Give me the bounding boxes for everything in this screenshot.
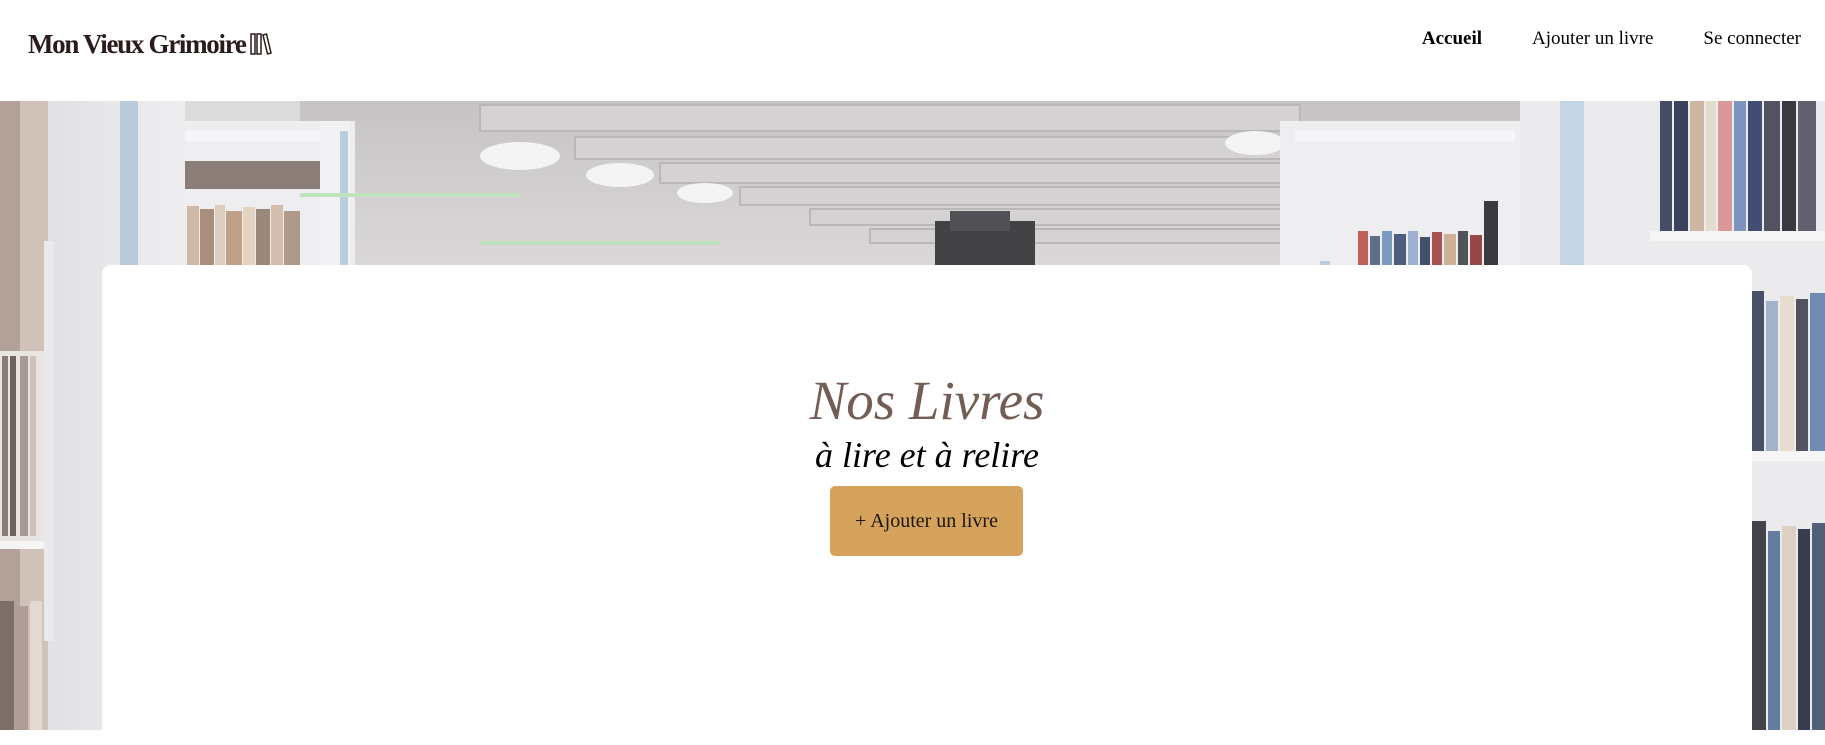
books-icon (249, 32, 272, 56)
site-header: Mon Vieux Grimoire Accueil Ajouter un li… (0, 0, 1825, 101)
page-title: Nos Livres (809, 370, 1045, 431)
page-subtitle: à lire et à relire (815, 435, 1039, 475)
nav-home-link[interactable]: Accueil (1422, 26, 1482, 52)
nav-login-link[interactable]: Se connecter (1703, 26, 1801, 52)
add-book-button[interactable]: + Ajouter un livre (830, 486, 1023, 556)
main-card: Nos Livres à lire et à relire + Ajouter … (102, 265, 1752, 745)
nav-add-book-link[interactable]: Ajouter un livre (1532, 26, 1653, 52)
main-nav: Accueil Ajouter un livre Se connecter (1372, 26, 1801, 52)
site-logo[interactable]: Mon Vieux Grimoire (28, 27, 272, 61)
logo-text: Mon Vieux Grimoire (28, 28, 247, 59)
